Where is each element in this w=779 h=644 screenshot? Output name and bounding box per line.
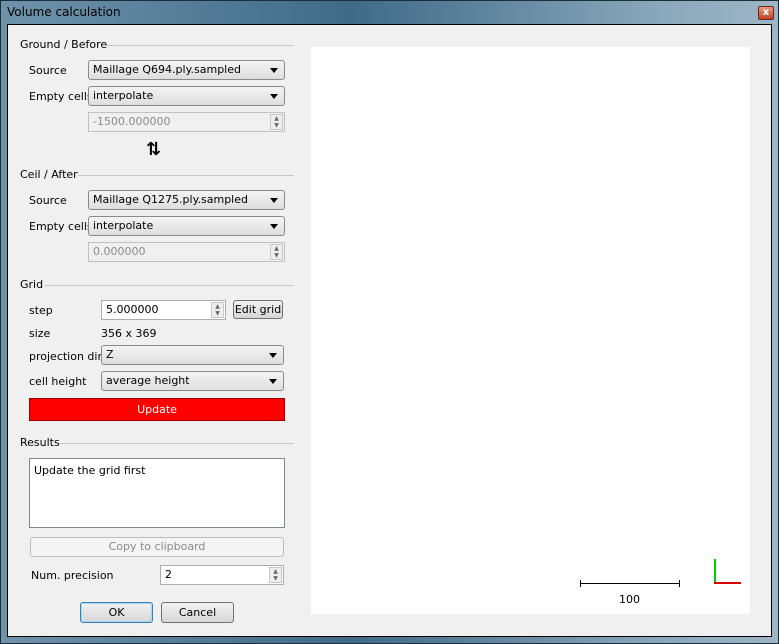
step-label: step (29, 304, 53, 317)
cell-height-label: cell height (29, 375, 87, 388)
step-input[interactable]: 5.000000 ▲ ▼ (101, 300, 226, 320)
ground-height-value: -1500.000000 (93, 115, 171, 128)
spin-arrows-icon[interactable]: ▲ ▼ (211, 302, 224, 318)
step-value: 5.000000 (106, 303, 159, 316)
ground-source-label: Source (29, 64, 67, 77)
ground-source-value: Maillage Q694.ply.sampled (93, 63, 241, 76)
ground-empty-select[interactable]: interpolate (88, 86, 285, 106)
results-message: Update the grid first (34, 464, 146, 477)
axis-y-icon (714, 559, 716, 584)
ok-button[interactable]: OK (80, 602, 153, 623)
ceil-source-value: Maillage Q1275.ply.sampled (93, 193, 248, 206)
projection-value: Z (106, 348, 114, 361)
results-group-title: Results (20, 436, 60, 449)
ceil-source-select[interactable]: Maillage Q1275.ply.sampled (88, 190, 285, 210)
ground-height-input: -1500.000000 ▲ ▼ (88, 112, 285, 132)
precision-label: Num. precision (31, 569, 114, 582)
chevron-down-icon (270, 68, 278, 73)
scale-bar-tick (679, 580, 680, 587)
divider (60, 443, 294, 444)
size-label: size (29, 327, 51, 340)
spin-arrows-icon: ▲ ▼ (270, 244, 283, 260)
scale-bar (580, 583, 680, 584)
close-button[interactable]: x (758, 6, 774, 20)
divider (44, 285, 294, 286)
window-title: Volume calculation (7, 5, 121, 19)
size-value: 356 x 369 (101, 327, 157, 340)
ceil-height-value: 0.000000 (93, 245, 146, 258)
ceil-empty-value: interpolate (93, 219, 154, 232)
ground-empty-value: interpolate (93, 89, 154, 102)
precision-value: 2 (165, 568, 172, 581)
divider (102, 45, 294, 46)
spin-arrows-icon[interactable]: ▲ ▼ (269, 567, 282, 583)
chevron-down-icon (270, 198, 278, 203)
cancel-button[interactable]: Cancel (161, 602, 234, 623)
divider (78, 175, 294, 176)
ceil-empty-select[interactable]: interpolate (88, 216, 285, 236)
scale-label: 100 (619, 593, 640, 606)
precision-input[interactable]: 2 ▲ ▼ (160, 565, 284, 585)
3d-view[interactable]: 100 (311, 47, 750, 614)
ceil-empty-label: Empty cells (29, 220, 93, 233)
chevron-down-icon (270, 94, 278, 99)
swap-icon[interactable]: ⇅ (146, 139, 161, 160)
cell-height-select[interactable]: average height (101, 371, 284, 391)
projection-label: projection dir. (29, 350, 105, 363)
edit-grid-button[interactable]: Edit grid (233, 300, 283, 319)
grid-group-title: Grid (20, 278, 44, 291)
spin-arrows-icon: ▲ ▼ (270, 114, 283, 130)
ceil-source-label: Source (29, 194, 67, 207)
copy-clipboard-button: Copy to clipboard (30, 537, 284, 557)
cell-height-value: average height (106, 374, 190, 387)
chevron-down-icon (269, 353, 277, 358)
ceil-group-title: Ceil / After (20, 168, 78, 181)
chevron-down-icon (269, 379, 277, 384)
update-button[interactable]: Update (29, 398, 285, 421)
scale-bar-tick (580, 580, 581, 587)
ground-source-select[interactable]: Maillage Q694.ply.sampled (88, 60, 285, 80)
ground-empty-label: Empty cells (29, 90, 93, 103)
axis-x-icon (714, 582, 741, 584)
ceil-height-input: 0.000000 ▲ ▼ (88, 242, 285, 262)
ground-group-title: Ground / Before (20, 38, 108, 51)
results-text[interactable]: Update the grid first (29, 458, 285, 528)
chevron-down-icon (270, 224, 278, 229)
projection-select[interactable]: Z (101, 345, 284, 365)
